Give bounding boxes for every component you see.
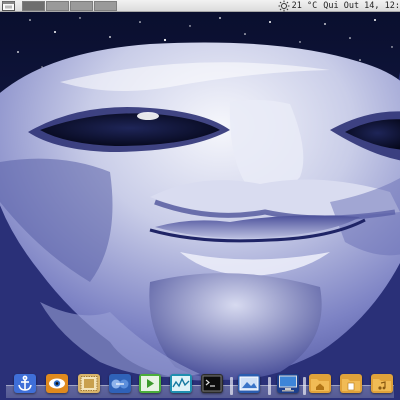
workspace-2[interactable] bbox=[46, 1, 69, 11]
eye-app-icon[interactable] bbox=[46, 374, 68, 393]
home-folder-icon[interactable] bbox=[309, 374, 331, 393]
sun-icon[interactable] bbox=[278, 0, 290, 12]
network-app-icon[interactable] bbox=[109, 374, 131, 393]
top-panel: 21 °C Qui Out 14, 12: bbox=[0, 0, 400, 12]
system-tray: 21 °C Qui Out 14, 12: bbox=[278, 0, 400, 12]
dock-separator bbox=[303, 377, 306, 395]
music-folder-icon[interactable] bbox=[371, 374, 393, 393]
anchor-app-icon[interactable] bbox=[14, 374, 36, 393]
terminal-icon[interactable] bbox=[201, 374, 223, 393]
temperature-label[interactable]: 21 °C bbox=[292, 0, 318, 12]
workspace-1[interactable] bbox=[22, 1, 45, 11]
dock-separator bbox=[230, 377, 233, 395]
system-monitor-icon[interactable] bbox=[170, 374, 192, 393]
dock-separator bbox=[268, 377, 271, 395]
display-icon[interactable] bbox=[277, 374, 299, 393]
dock bbox=[0, 370, 400, 400]
workspace-3[interactable] bbox=[70, 1, 93, 11]
window-menu-icon[interactable] bbox=[2, 1, 15, 11]
documents-folder-icon[interactable] bbox=[340, 374, 362, 393]
clock-label[interactable]: Qui Out 14, 12: bbox=[323, 0, 400, 12]
face-wallpaper bbox=[0, 12, 400, 400]
media-player-icon[interactable] bbox=[139, 374, 161, 393]
workspace-switcher bbox=[22, 1, 118, 11]
stamp-app-icon[interactable] bbox=[78, 374, 100, 393]
screenshot-app-icon[interactable] bbox=[238, 374, 260, 393]
workspace-4[interactable] bbox=[94, 1, 117, 11]
